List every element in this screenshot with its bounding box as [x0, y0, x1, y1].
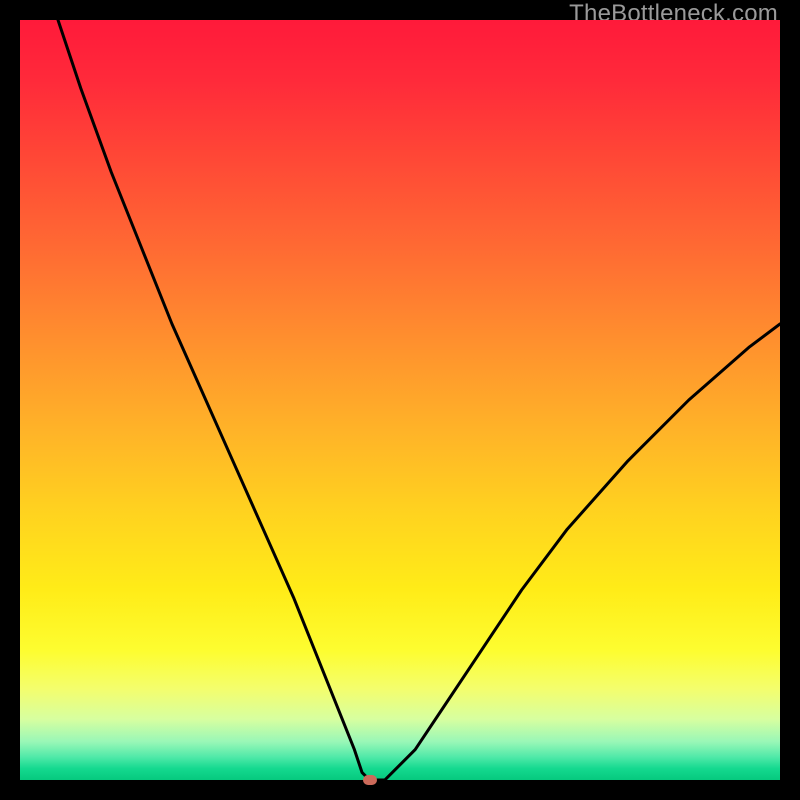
plot-area — [20, 20, 780, 780]
optimal-point-marker — [363, 775, 377, 785]
curve-svg — [20, 20, 780, 780]
chart-frame: TheBottleneck.com — [0, 0, 800, 800]
bottleneck-curve — [58, 20, 780, 780]
